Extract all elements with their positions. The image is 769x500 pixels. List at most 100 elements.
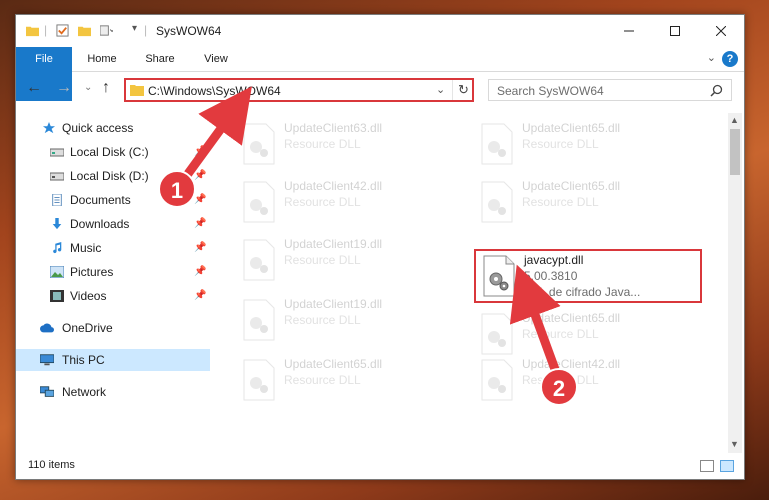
file-item[interactable]: UpdateClient42.dll Resource DLL [236, 175, 464, 229]
address-dropdown-icon[interactable]: ⌄ [436, 83, 445, 96]
file-type: Resource DLL [522, 195, 599, 209]
sidebar-item-pictures[interactable]: Pictures 📌 [16, 261, 210, 283]
file-name: UpdateClient42.dll [522, 357, 621, 371]
pin-icon[interactable]: 📌 [194, 285, 206, 307]
tab-share[interactable]: Share [136, 47, 184, 71]
window-title: SysWOW64 [156, 24, 222, 38]
drive-icon [50, 172, 64, 181]
title-separator: | [144, 23, 148, 37]
properties-icon[interactable] [56, 24, 69, 37]
minimize-button[interactable] [606, 15, 652, 47]
minimize-icon [624, 30, 634, 32]
file-item[interactable]: UpdateClient65.dll Resource DLL [236, 353, 464, 407]
sidebar-item-label: Local Disk (C:) [70, 145, 149, 159]
file-name: UpdateClient65.dll [522, 179, 621, 193]
explorer-window: | ▾ | SysWOW64 File Home Share View ⌄ ? … [15, 14, 745, 480]
maximize-icon [670, 26, 680, 36]
status-bar: 110 items [16, 453, 744, 479]
large-icons-view-icon[interactable] [720, 460, 734, 472]
file-type: Resource DLL [284, 137, 361, 151]
search-placeholder: Search SysWOW64 [497, 84, 604, 98]
sidebar-item-label: Local Disk (D:) [70, 169, 149, 183]
pin-icon[interactable]: 📌 [194, 165, 206, 187]
customize-toolbar-icon[interactable] [100, 24, 113, 37]
sidebar-item-videos[interactable]: Videos 📌 [16, 285, 210, 307]
file-name: UpdateClient19.dll [284, 237, 383, 251]
recent-locations-icon[interactable]: ⌄ [84, 82, 92, 93]
file-item[interactable]: UpdateClient19.dll Resource DLL [236, 233, 464, 287]
file-type: Resource DLL [284, 253, 361, 267]
title-separator: | [44, 23, 48, 37]
scroll-up-icon[interactable]: ▲ [730, 115, 739, 125]
file-item-javacypt[interactable]: javacypt.dll 5.00.3810 DLL de cifrado Ja… [474, 249, 702, 303]
documents-icon [52, 194, 62, 206]
sidebar-item-label: This PC [62, 353, 105, 367]
file-list: UpdateClient63.dll Resource DLL UpdateCl… [216, 113, 726, 453]
sidebar-item-music[interactable]: Music 📌 [16, 237, 210, 259]
dll-file-icon [243, 299, 275, 341]
drive-icon [50, 148, 64, 157]
close-button[interactable] [698, 15, 744, 47]
file-name: UpdateClient63.dll [284, 121, 383, 135]
file-item[interactable]: UpdateClient42.dll Resource DLL [474, 353, 702, 407]
chevron-down-icon[interactable]: ⌄ [707, 51, 716, 64]
file-name: javacypt.dll [524, 253, 584, 267]
item-count: 110 items [28, 459, 75, 471]
file-description: DLL de cifrado Java... [524, 285, 641, 299]
sidebar-item-label: Network [62, 385, 107, 399]
folder-icon [26, 26, 39, 37]
pin-icon[interactable]: 📌 [194, 189, 206, 211]
details-view-icon[interactable] [700, 460, 714, 472]
scroll-thumb[interactable] [730, 129, 740, 175]
help-icon[interactable]: ? [722, 51, 738, 67]
file-type: Resource DLL [522, 137, 599, 151]
refresh-icon[interactable]: ↻ [458, 82, 469, 98]
search-box[interactable]: Search SysWOW64 [488, 79, 732, 101]
folder-icon [130, 85, 144, 96]
file-item[interactable]: UpdateClient65.dll Resource DLL [474, 117, 702, 171]
dll-file-icon [481, 181, 513, 223]
sidebar-item-label: Documents [70, 193, 131, 207]
sidebar-item-local-disk-c[interactable]: Local Disk (C:) 📌 [16, 141, 210, 163]
computer-icon [40, 354, 54, 366]
tab-home[interactable]: Home [78, 47, 126, 71]
maximize-button[interactable] [652, 15, 698, 47]
quick-access-dropdown-icon[interactable]: ▾ [132, 23, 137, 34]
pin-icon[interactable]: 📌 [194, 141, 206, 163]
divider [452, 80, 453, 100]
back-arrow-icon[interactable]: ← [26, 79, 42, 97]
music-icon [53, 242, 62, 254]
file-item[interactable]: UpdateClient63.dll Resource DLL [236, 117, 464, 171]
dll-file-icon [243, 123, 275, 165]
pictures-icon [50, 266, 64, 278]
file-name: UpdateClient19.dll [284, 297, 383, 311]
step-2-badge: 2 [540, 368, 578, 406]
forward-arrow-icon[interactable]: → [56, 79, 72, 97]
file-name: UpdateClient42.dll [284, 179, 383, 193]
pin-icon[interactable]: 📌 [194, 213, 206, 235]
new-folder-icon[interactable] [78, 24, 91, 37]
network-icon [40, 386, 54, 397]
sidebar-item-this-pc[interactable]: This PC [16, 349, 210, 371]
file-name: UpdateClient65.dll [284, 357, 383, 371]
pin-icon[interactable]: 📌 [194, 261, 206, 283]
address-bar[interactable]: C:\Windows\SysWOW64 ⌄ ↻ [124, 78, 474, 102]
sidebar-item-quick-access[interactable]: Quick access [16, 117, 210, 139]
sidebar-item-onedrive[interactable]: OneDrive [16, 317, 210, 339]
pin-icon[interactable]: 📌 [194, 237, 206, 259]
tab-view[interactable]: View [192, 47, 240, 71]
scroll-down-icon[interactable]: ▼ [730, 439, 739, 449]
sidebar-item-network[interactable]: Network [16, 381, 210, 403]
up-arrow-icon[interactable]: ↑ [102, 79, 110, 97]
dll-file-icon [243, 359, 275, 401]
file-item[interactable]: UpdateClient65.dll Resource DLL [474, 175, 702, 229]
file-item[interactable]: UpdateClient19.dll Resource DLL [236, 293, 464, 347]
vertical-scrollbar[interactable]: ▲ ▼ [728, 113, 742, 453]
address-path: C:\Windows\SysWOW64 [148, 84, 281, 98]
search-icon [710, 84, 723, 97]
close-icon [716, 26, 726, 36]
dll-file-icon [481, 123, 513, 165]
sidebar-item-downloads[interactable]: Downloads 📌 [16, 213, 210, 235]
title-bar: | ▾ | SysWOW64 [16, 15, 744, 47]
file-name: UpdateClient65.dll [522, 121, 621, 135]
